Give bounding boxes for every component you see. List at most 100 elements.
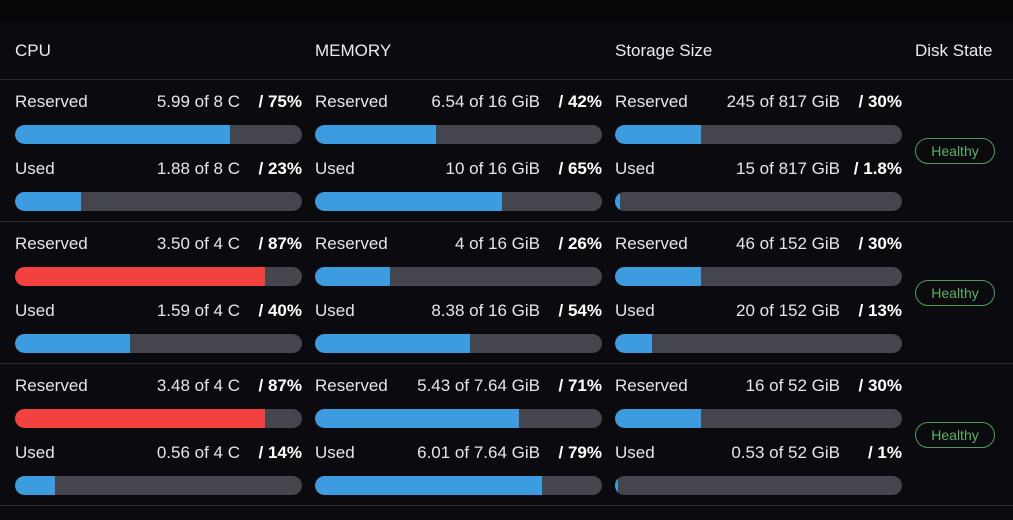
used-label: Used xyxy=(315,159,355,178)
cpu-used-progress-fill xyxy=(15,476,56,495)
cpu-reserved-line: Reserved 3.50 of 4 C / 87% xyxy=(15,234,302,256)
cpu-reserved-amount: 5.99 of 8 C xyxy=(156,92,240,111)
storage-reserved-amount: 16 of 52 GiB xyxy=(745,376,840,395)
memory-used-line: Used 6.01 of 7.64 GiB / 79% xyxy=(315,443,602,465)
used-label: Used xyxy=(615,159,655,178)
cpu-reserved-progress-bar xyxy=(15,125,302,144)
memory-reserved-line: Reserved 4 of 16 GiB / 26% xyxy=(315,234,602,256)
memory-reserved-line: Reserved 5.43 of 7.64 GiB / 71% xyxy=(315,376,602,398)
storage-reserved-percent: / 30% xyxy=(858,376,902,395)
memory-metric: Reserved 4 of 16 GiB / 26% Used 8.38 of 16 G… xyxy=(315,222,602,363)
memory-reserved-line: Reserved 6.54 of 16 GiB / 42% xyxy=(315,92,602,114)
storage-reserved-progress-bar xyxy=(615,125,902,144)
memory-used-progress-fill xyxy=(315,476,542,495)
memory-used-progress-fill xyxy=(315,334,470,353)
reserved-label: Reserved xyxy=(15,92,88,111)
cpu-reserved-amount: 3.50 of 4 C xyxy=(156,234,240,253)
memory-reserved-percent: / 42% xyxy=(558,92,602,111)
storage-used-progress-fill xyxy=(615,192,621,211)
storage-reserved-line: Reserved 245 of 817 GiB / 30% xyxy=(615,92,902,114)
reserved-label: Reserved xyxy=(615,92,688,111)
cpu-reserved-line: Reserved 3.48 of 4 C / 87% xyxy=(15,376,302,398)
cpu-reserved-progress-bar xyxy=(15,267,302,286)
cpu-used-amount: 1.88 of 8 C xyxy=(156,159,240,178)
storage-metric: Reserved 245 of 817 GiB / 30% Used 15 of 817… xyxy=(615,80,902,221)
memory-reserved-amount: 4 of 16 GiB xyxy=(454,234,540,253)
reserved-label: Reserved xyxy=(315,376,388,395)
cpu-reserved-progress-bar xyxy=(15,409,302,428)
reserved-label: Reserved xyxy=(315,234,388,253)
memory-used-progress-fill xyxy=(315,192,502,211)
memory-reserved-amount: 6.54 of 16 GiB xyxy=(431,92,540,111)
cpu-used-line: Used 1.59 of 4 C / 40% xyxy=(15,301,302,323)
cpu-reserved-progress-fill xyxy=(15,409,265,428)
storage-metric: Reserved 46 of 152 GiB / 30% Used 20 of 152 … xyxy=(615,222,902,363)
storage-reserved-progress-fill xyxy=(615,267,702,286)
memory-reserved-progress-bar xyxy=(315,125,602,144)
cpu-reserved-percent: / 87% xyxy=(258,376,302,395)
storage-used-progress-fill xyxy=(615,476,619,495)
cpu-used-line: Used 1.88 of 8 C / 23% xyxy=(15,159,302,181)
memory-used-progress-bar xyxy=(315,334,602,353)
memory-metric: Reserved 6.54 of 16 GiB / 42% Used 10 of 16 … xyxy=(315,80,602,221)
header-storage-size: Storage Size xyxy=(615,41,713,60)
cpu-used-progress-fill xyxy=(15,334,130,353)
storage-used-line: Used 15 of 817 GiB / 1.8% xyxy=(615,159,902,181)
memory-used-line: Used 8.38 of 16 GiB / 54% xyxy=(315,301,602,323)
header-memory: MEMORY xyxy=(315,41,392,60)
disk-state-badge: Healthy xyxy=(915,280,995,306)
storage-reserved-amount: 245 of 817 GiB xyxy=(726,92,840,111)
storage-used-progress-fill xyxy=(615,334,653,353)
used-label: Used xyxy=(15,301,55,320)
memory-used-percent: / 54% xyxy=(558,301,602,320)
cpu-metric: Reserved 3.48 of 4 C / 87% Used 0.56 of 4 C /… xyxy=(15,364,302,505)
storage-reserved-line: Reserved 16 of 52 GiB / 30% xyxy=(615,376,902,398)
storage-reserved-progress-bar xyxy=(615,409,902,428)
disk-state-badge: Healthy xyxy=(915,138,995,164)
cpu-reserved-percent: / 87% xyxy=(258,234,302,253)
header-cpu: CPU xyxy=(15,41,51,60)
memory-reserved-percent: / 71% xyxy=(558,376,602,395)
storage-reserved-line: Reserved 46 of 152 GiB / 30% xyxy=(615,234,902,256)
storage-used-percent: / 13% xyxy=(858,301,902,320)
memory-reserved-progress-fill xyxy=(315,409,519,428)
storage-reserved-percent: / 30% xyxy=(858,92,902,111)
disk-state-badge: Healthy xyxy=(915,422,995,448)
storage-reserved-percent: / 30% xyxy=(858,234,902,253)
used-label: Used xyxy=(15,159,55,178)
storage-reserved-progress-fill xyxy=(615,125,702,144)
cpu-used-percent: / 40% xyxy=(258,301,302,320)
used-label: Used xyxy=(615,301,655,320)
memory-used-line: Used 10 of 16 GiB / 65% xyxy=(315,159,602,181)
memory-reserved-percent: / 26% xyxy=(558,234,602,253)
table-row: Reserved 3.48 of 4 C / 87% Used 0.56 of 4 C /… xyxy=(0,364,1013,506)
cpu-used-progress-bar xyxy=(15,476,302,495)
memory-used-progress-bar xyxy=(315,476,602,495)
memory-used-amount: 8.38 of 16 GiB xyxy=(431,301,540,320)
storage-used-line: Used 0.53 of 52 GiB / 1% xyxy=(615,443,902,465)
storage-used-amount: 0.53 of 52 GiB xyxy=(731,443,840,462)
cpu-used-percent: / 14% xyxy=(258,443,302,462)
memory-used-progress-bar xyxy=(315,192,602,211)
cpu-used-amount: 0.56 of 4 C xyxy=(156,443,240,462)
storage-used-amount: 15 of 817 GiB xyxy=(736,159,840,178)
cpu-used-line: Used 0.56 of 4 C / 14% xyxy=(15,443,302,465)
memory-reserved-progress-bar xyxy=(315,409,602,428)
cpu-used-amount: 1.59 of 4 C xyxy=(156,301,240,320)
table-header: CPU MEMORY Storage Size Disk State xyxy=(0,22,1013,80)
reserved-label: Reserved xyxy=(615,234,688,253)
storage-used-percent: / 1.8% xyxy=(853,159,902,178)
reserved-label: Reserved xyxy=(15,376,88,395)
storage-used-progress-bar xyxy=(615,334,902,353)
cpu-reserved-line: Reserved 5.99 of 8 C / 75% xyxy=(15,92,302,114)
used-label: Used xyxy=(15,443,55,462)
cpu-used-progress-fill xyxy=(15,192,81,211)
cpu-used-progress-bar xyxy=(15,192,302,211)
cpu-reserved-progress-fill xyxy=(15,125,231,144)
storage-reserved-progress-bar xyxy=(615,267,902,286)
storage-used-amount: 20 of 152 GiB xyxy=(736,301,840,320)
reserved-label: Reserved xyxy=(315,92,388,111)
storage-used-percent: / 1% xyxy=(867,443,902,462)
table-row: Reserved 5.99 of 8 C / 75% Used 1.88 of 8 C /… xyxy=(0,80,1013,222)
reserved-label: Reserved xyxy=(15,234,88,253)
